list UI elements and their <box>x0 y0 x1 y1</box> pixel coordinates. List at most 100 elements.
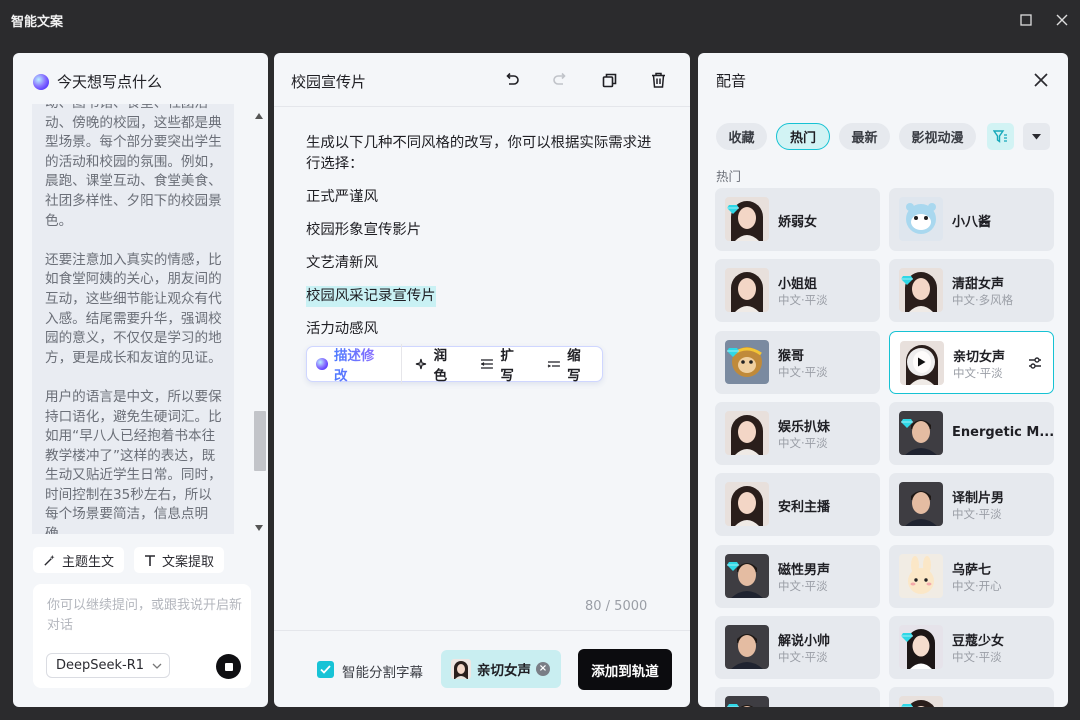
voice-name: 豆蔻少女 <box>952 633 1005 649</box>
voice-name: 娇弱女 <box>778 215 818 230</box>
tab-favorites[interactable]: 收藏 <box>716 123 767 150</box>
dubbing-panel: 配音 收藏 热门 最新 影视动漫 热门 娇弱女 小八酱 小姐姐 中文·平淡 清甜女声 中文… <box>698 53 1068 707</box>
diamond-icon <box>901 413 913 428</box>
settings-sliders-icon[interactable] <box>1027 355 1043 371</box>
shorten-text-icon <box>547 361 561 368</box>
voice-avatar <box>451 659 471 679</box>
polish-button[interactable]: 润色 <box>402 344 469 384</box>
expand-button[interactable]: 扩写 <box>468 344 535 384</box>
expand-text-icon <box>481 359 494 369</box>
voice-card[interactable]: 解说小帅 中文·平淡 <box>715 615 880 679</box>
voice-name: 安利主播 <box>778 500 831 516</box>
selected-text: 校园风采记录宣传片 <box>306 286 436 307</box>
selected-voice-name: 亲切女声 <box>477 663 531 679</box>
scroll-down-icon[interactable] <box>255 525 263 531</box>
voice-card[interactable]: 亲切女声 中文·平淡 <box>889 330 1054 394</box>
voice-card[interactable]: 乌萨七 中文·开心 <box>889 544 1054 608</box>
man-avatar <box>899 482 943 527</box>
tab-latest[interactable]: 最新 <box>839 123 890 150</box>
selected-voice-chip[interactable]: 亲切女声 × <box>441 650 561 688</box>
window-title: 智能文案 <box>11 15 64 30</box>
stop-button[interactable] <box>216 654 241 679</box>
chat-message: 动、图书馆、食堂、社团活动、傍晚的校园，这些都是典型场景。每个部分要突出学生的活… <box>32 104 234 534</box>
topic-generate-label: 主题生文 <box>62 554 115 570</box>
voice-card[interactable]: 猴哥 中文·平淡 <box>715 330 880 394</box>
polish-label: 润色 <box>433 348 448 384</box>
tab-popular[interactable]: 热门 <box>776 123 830 150</box>
filter-icon <box>993 130 1007 143</box>
voice-name: 译制片男 <box>952 491 1005 507</box>
stop-icon <box>224 662 233 671</box>
voice-style: 中文·平淡 <box>778 364 828 379</box>
window-close-button[interactable] <box>1052 10 1072 30</box>
chevron-down-icon <box>152 663 162 669</box>
topic-generate-chip[interactable]: 主题生文 <box>33 547 125 573</box>
smart-subtitle-checkbox[interactable] <box>317 661 334 678</box>
diamond-icon <box>727 556 739 571</box>
text-extract-label: 文案提取 <box>162 554 215 570</box>
woman-avatar <box>725 410 769 455</box>
text-extract-chip[interactable]: 文案提取 <box>134 547 225 573</box>
voice-style: 中文·平淡 <box>952 507 1002 522</box>
style-option: 活力动感风 <box>306 321 378 337</box>
voice-name: 乌萨七 <box>952 562 992 578</box>
document-title: 校园宣传片 <box>291 73 367 91</box>
scroll-thumb[interactable] <box>254 411 266 471</box>
delete-button[interactable] <box>647 69 669 91</box>
voice-style: 中文·平淡 <box>778 578 828 593</box>
voice-style: 中文·平淡 <box>952 649 1002 664</box>
describe-edit-button[interactable]: 描述修改 <box>307 344 402 384</box>
voice-card[interactable]: 豆蔻少女 中文·平淡 <box>889 615 1054 679</box>
style-option: 校园形象宣传影片 <box>306 222 422 238</box>
chat-scrollbar[interactable] <box>251 111 266 541</box>
voice-card[interactable]: 小八酱 <box>889 188 1054 251</box>
voice-card[interactable]: 娇弱女 <box>715 188 880 251</box>
expand-label: 扩写 <box>500 348 514 384</box>
maximize-button[interactable] <box>1016 10 1036 30</box>
voice-name: 磁性男声 <box>778 562 831 578</box>
voice-card[interactable]: 译制片男 中文·平淡 <box>889 473 1054 537</box>
describe-edit-label: 描述修改 <box>334 344 388 384</box>
undo-button[interactable] <box>501 69 523 91</box>
intro-line: 生成以下几种不同风格的改写，你可以根据实际需求进 <box>306 135 652 151</box>
shorten-label: 缩写 <box>567 348 581 384</box>
text-icon <box>145 554 155 566</box>
redo-button[interactable] <box>549 69 571 91</box>
chat-paragraph: 用户的语言是中文，所以要保持口语化，避免生硬词汇。比如用“早八人已经抱着书本往教… <box>45 388 222 534</box>
play-icon[interactable] <box>907 347 935 376</box>
close-icon[interactable] <box>1031 70 1051 90</box>
voice-card[interactable]: 安利主播 <box>715 473 880 537</box>
voice-name: 解说小帅 <box>778 633 831 649</box>
scroll-up-icon[interactable] <box>255 113 263 119</box>
copy-button[interactable] <box>598 69 620 91</box>
chat-heading: 今天想写点什么 <box>57 73 163 91</box>
more-dropdown-button[interactable] <box>1023 123 1050 150</box>
voice-card[interactable]: 鼎上 <box>715 687 880 707</box>
voice-card[interactable]: 邻旅女声 <box>889 687 1054 707</box>
model-selector[interactable]: DeepSeek-R1 <box>46 653 170 678</box>
man-avatar <box>725 624 769 669</box>
voice-card[interactable]: 娱乐扒妹 中文·平淡 <box>715 401 880 465</box>
voice-name: 娱乐扒妹 <box>778 419 831 435</box>
voice-card[interactable]: 清甜女声 中文·多风格 <box>889 259 1054 323</box>
tab-film-anime[interactable]: 影视动漫 <box>899 123 976 150</box>
smart-subtitle-label: 智能分割字幕 <box>342 665 423 681</box>
remove-voice-icon[interactable]: × <box>536 662 550 676</box>
voice-name: 亲切女声 <box>953 349 1006 365</box>
voice-card[interactable]: 小姐姐 中文·平淡 <box>715 259 880 323</box>
redo-icon <box>553 72 566 85</box>
diamond-icon <box>901 270 913 286</box>
shorten-button[interactable]: 缩写 <box>535 344 602 384</box>
dubbing-title: 配音 <box>716 72 747 90</box>
filter-button[interactable] <box>987 123 1014 150</box>
check-icon <box>320 665 331 674</box>
sparkle-icon <box>415 358 426 369</box>
ai-orb-icon <box>33 73 49 90</box>
chat-input[interactable]: 你可以继续提问，或跟我说开启新对话 DeepSeek-R1 <box>33 584 251 688</box>
voice-card[interactable]: Energetic M... <box>889 401 1054 465</box>
voice-card[interactable]: 磁性男声 中文·平淡 <box>715 544 880 608</box>
diamond-icon <box>727 199 739 214</box>
add-to-track-button[interactable]: 添加到轨道 <box>578 649 672 690</box>
caret-down-icon <box>1032 133 1041 139</box>
style-option: 正式严谨风 <box>306 189 378 205</box>
